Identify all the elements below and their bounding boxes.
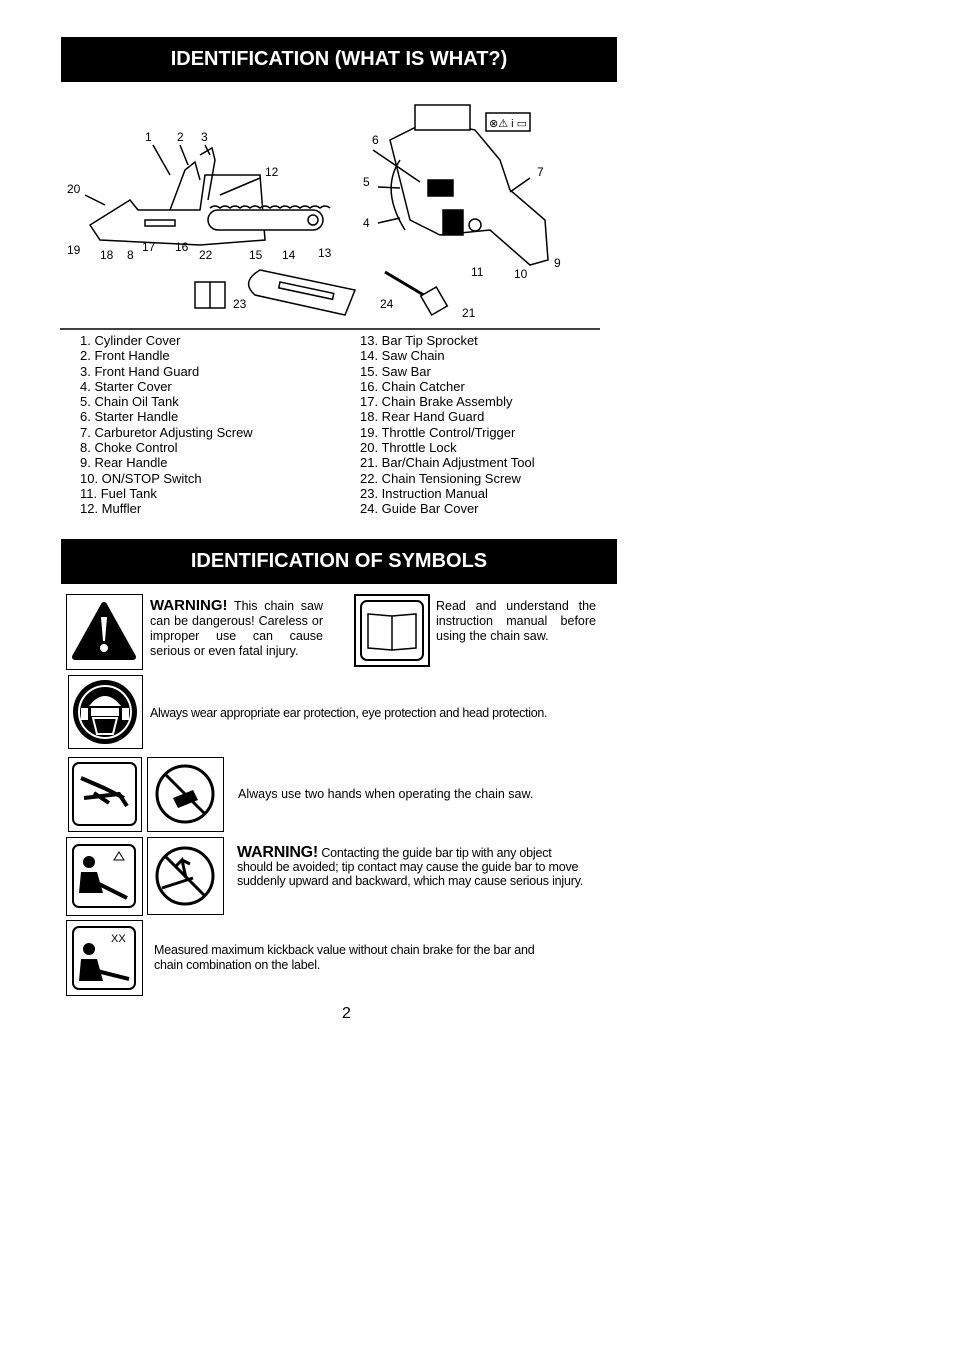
part-item: 17. Chain Brake Assembly: [360, 394, 513, 410]
part-item: 10. ON/STOP Switch: [80, 470, 202, 486]
section-title-identification: IDENTIFICATION (WHAT IS WHAT?): [61, 37, 617, 82]
callout-1: 1: [145, 130, 152, 144]
label-symbols: ⊗⚠ i ▭: [489, 118, 527, 130]
part-item: 15. Saw Bar: [360, 363, 431, 379]
manual-page: IDENTIFICATION (WHAT IS WHAT?) ⊗⚠ i ▭ 1 …: [0, 0, 954, 1348]
kickback-value-text: Measured maximum kickback value without …: [154, 943, 535, 972]
part-item: 9. Rear Handle: [80, 455, 168, 471]
chainsaw-diagram: ⊗⚠ i ▭: [60, 104, 600, 330]
callout-13: 13: [318, 246, 332, 260]
callout-23: 23: [233, 297, 247, 311]
callout-2: 2: [177, 130, 184, 144]
callout-4: 4: [363, 216, 370, 230]
part-item: 20. Throttle Lock: [360, 440, 457, 456]
part-item: 16. Chain Catcher: [360, 378, 465, 394]
part-item: 8. Choke Control: [80, 440, 178, 456]
two-hands-text: Always use two hands when operating the …: [238, 787, 534, 801]
callout-14: 14: [282, 248, 296, 262]
part-item: 11. Fuel Tank: [80, 485, 157, 501]
callout-11: 11: [471, 265, 484, 279]
warning-triangle-icon: [66, 594, 143, 670]
one-hand-prohibited-icon: [147, 757, 224, 832]
callout-20: 20: [67, 182, 81, 196]
callout-7: 7: [537, 165, 544, 179]
part-item: 2. Front Handle: [80, 348, 170, 364]
callout-16: 16: [175, 240, 189, 254]
page-number: 2: [342, 1005, 351, 1022]
kickback-warning-label: WARNING!: [237, 844, 319, 861]
part-item: 21. Bar/Chain Adjustment Tool: [360, 455, 535, 471]
read-manual-icon: [354, 594, 430, 667]
callout-18: 18: [100, 248, 114, 262]
callout-8: 8: [127, 248, 134, 262]
part-item: 1. Cylinder Cover: [80, 333, 181, 348]
part-item: 18. Rear Hand Guard: [360, 409, 485, 425]
protection-gear-icon: [68, 675, 143, 749]
part-item: 4. Starter Cover: [80, 378, 172, 394]
callout-12: 12: [265, 165, 279, 179]
kickback-value-mark: XX: [111, 933, 126, 945]
protection-text: Always wear appropriate ear protection, …: [150, 706, 548, 720]
part-item: 24. Guide Bar Cover: [360, 501, 479, 517]
part-item: 22. Chain Tensioning Screw: [360, 470, 521, 486]
parts-list-right: 13. Bar Tip Sprocket 14. Saw Chain 15. S…: [360, 333, 535, 517]
callout-6: 6: [372, 133, 379, 147]
part-item: 7. Carburetor Adjusting Screw: [80, 424, 253, 440]
part-item: 19. Throttle Control/Trigger: [360, 424, 516, 440]
callout-9: 9: [554, 256, 561, 270]
kickback-warning-text: WARNING! Contacting the guide bar tip wi…: [237, 844, 584, 889]
part-item: 13. Bar Tip Sprocket: [360, 333, 478, 348]
kickback-icon: [66, 837, 143, 916]
danger-warning-text: WARNING! This chain saw can be dangerous…: [150, 597, 323, 658]
parts-list-left: 1. Cylinder Cover 2. Front Handle 3. Fro…: [80, 333, 253, 517]
manual-text: Read and understand the instruction manu…: [436, 599, 596, 643]
part-item: 5. Chain Oil Tank: [80, 394, 179, 410]
part-item: 23. Instruction Manual: [360, 485, 488, 501]
callout-15: 15: [249, 248, 263, 262]
callout-3: 3: [201, 130, 208, 144]
part-item: 6. Starter Handle: [80, 409, 179, 425]
tip-contact-prohibited-icon: [147, 837, 224, 915]
part-item: 3. Front Hand Guard: [80, 363, 200, 379]
kickback-value-icon: XX: [66, 920, 143, 996]
two-hands-icon: [68, 757, 142, 832]
callout-5: 5: [363, 175, 370, 189]
callout-10: 10: [514, 267, 528, 281]
callout-22: 22: [199, 248, 213, 262]
warning-label: WARNING!: [150, 597, 228, 614]
callout-17: 17: [142, 240, 156, 254]
part-item: 12. Muffler: [80, 501, 142, 517]
callout-19: 19: [67, 243, 81, 257]
callout-24: 24: [380, 297, 394, 311]
part-item: 14. Saw Chain: [360, 348, 445, 364]
section-title-symbols: IDENTIFICATION OF SYMBOLS: [61, 539, 617, 584]
callout-21: 21: [462, 306, 476, 320]
